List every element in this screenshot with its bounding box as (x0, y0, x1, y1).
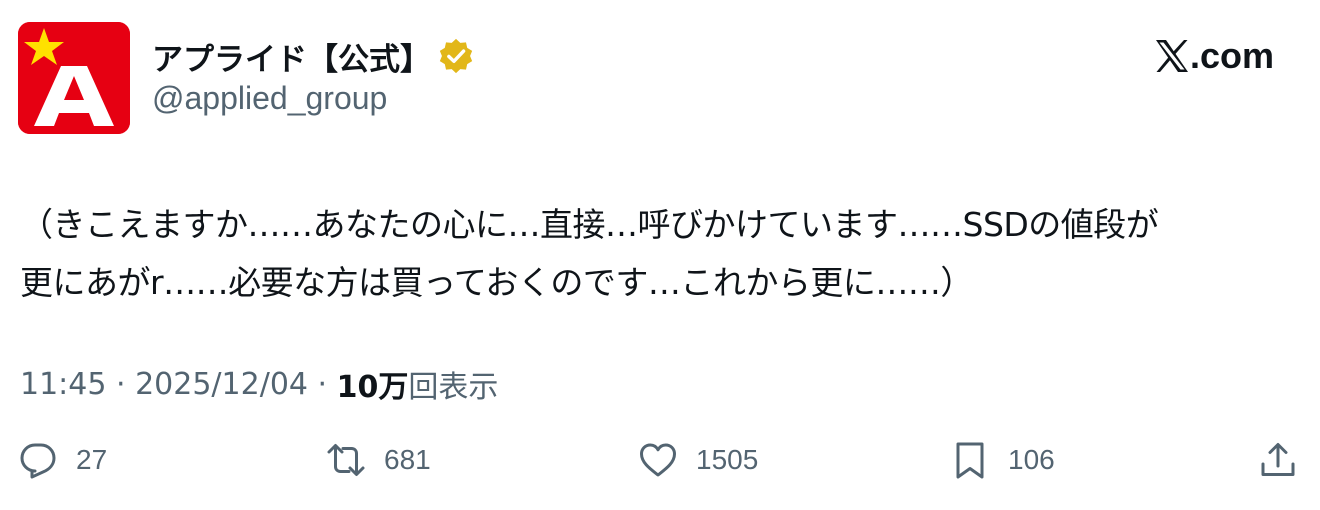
view-count: 10万 (336, 370, 409, 405)
reply-button[interactable]: 27 (18, 436, 107, 484)
author-name-row: アプライド【公式】 (152, 34, 475, 78)
bookmark-count: 106 (1008, 444, 1055, 475)
bookmark-icon (956, 442, 984, 479)
x-logo-icon (1155, 40, 1188, 72)
x-com-label: .com (1189, 35, 1274, 76)
tweet-date[interactable]: 2025/12/04 (135, 367, 308, 402)
reply-count: 27 (76, 444, 108, 475)
reply-icon (20, 443, 56, 479)
meta-separator: · (106, 366, 136, 402)
tweet-text-line: （きこえますか……あなたの心に…直接…呼びかけています……SSDの値段が (20, 205, 1159, 244)
tweet-time[interactable]: 11:45 (20, 367, 106, 402)
author-display-name[interactable]: アプライド【公式】 (152, 34, 431, 79)
tweet-text-line: 更にあがr……必要な方は買っておくのです…これから更に……） (20, 263, 973, 302)
retweet-button[interactable]: 681 (326, 436, 431, 484)
tweet-action-bar: 27 681 1505 106 (0, 436, 1320, 484)
like-count: 1505 (696, 444, 759, 475)
tweet-meta: 11:45 · 2025/12/04 · 10万 回表示 (20, 362, 498, 406)
heart-icon (640, 443, 676, 477)
author-handle[interactable]: @applied_group (152, 80, 387, 117)
retweet-count: 681 (384, 444, 431, 475)
meta-separator: · (308, 366, 337, 402)
bookmark-button[interactable]: 106 (950, 436, 1055, 484)
share-button[interactable] (1258, 436, 1298, 484)
share-icon (1261, 443, 1295, 476)
like-button[interactable]: 1505 (638, 436, 758, 484)
view-count-label: 回表示 (408, 370, 499, 405)
applied-logo-icon: A (18, 22, 130, 134)
tweet-text: （きこえますか……あなたの心に…直接…呼びかけています……SSDの値段が 更にあ… (20, 196, 1305, 312)
avatar[interactable]: A (18, 22, 130, 134)
x-com-branding[interactable]: .com (1154, 34, 1274, 78)
verified-badge-icon[interactable] (437, 37, 475, 75)
retweet-icon (327, 444, 365, 476)
